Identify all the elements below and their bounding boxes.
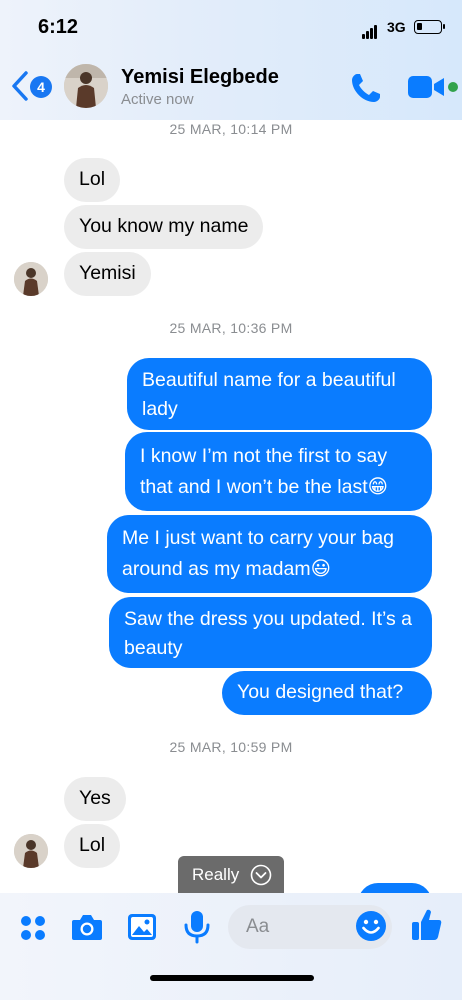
composer-bar	[0, 893, 462, 1000]
incoming-message[interactable]: Yemisi	[64, 252, 151, 296]
incoming-message[interactable]: Lol	[64, 158, 121, 202]
quick-reply-label: Really	[192, 865, 240, 884]
camera-button[interactable]	[70, 911, 104, 948]
image-icon	[128, 914, 156, 940]
online-indicator	[448, 82, 458, 92]
chevron-down-circle-icon	[250, 864, 272, 886]
outgoing-message[interactable]: You designed that?	[222, 671, 432, 715]
signal-icon	[362, 21, 378, 39]
timestamp: 25 MAR, 10:36 PM	[169, 320, 293, 336]
status-time: 6:12	[38, 16, 79, 38]
camera-icon	[72, 915, 102, 940]
like-button[interactable]	[410, 907, 444, 948]
voice-message-button[interactable]	[183, 909, 211, 950]
timestamp: 25 MAR, 10:14 PM	[169, 121, 293, 137]
timestamp: 25 MAR, 10:59 PM	[169, 739, 293, 755]
back-button[interactable]: 4	[10, 66, 58, 106]
incoming-message[interactable]: Yes	[64, 777, 126, 821]
chevron-left-icon	[12, 71, 28, 101]
status-bar: 6:12 3G	[0, 0, 462, 56]
contact-name[interactable]: Yemisi Elegbede	[121, 66, 279, 89]
outgoing-message[interactable]: Saw the dress you updated. It’s a beauty	[109, 597, 432, 668]
smiley-icon	[356, 911, 386, 941]
chat-header: 4 Yemisi Elegbede Active now	[0, 56, 462, 118]
outgoing-message[interactable]: I know I’m not the first to say that and…	[125, 432, 432, 511]
thumbs-up-icon	[412, 909, 442, 940]
contact-status: Active now	[121, 91, 194, 108]
outgoing-message[interactable]: Me I just want to carry your bag around …	[107, 515, 432, 593]
sender-avatar[interactable]	[14, 834, 48, 868]
phone-icon	[352, 74, 380, 102]
network-type: 3G	[387, 19, 406, 35]
home-indicator	[150, 975, 314, 981]
contact-avatar[interactable]	[64, 64, 108, 108]
emoji-button[interactable]	[355, 910, 387, 947]
voice-call-button[interactable]	[348, 70, 384, 106]
microphone-icon	[184, 911, 210, 944]
gallery-button[interactable]	[126, 911, 158, 948]
quick-reply-chip[interactable]: Really	[178, 856, 284, 894]
sender-avatar[interactable]	[14, 262, 48, 296]
four-dots-icon	[21, 916, 45, 940]
incoming-message[interactable]: You know my name	[64, 205, 264, 249]
incoming-message[interactable]: Lol	[64, 824, 121, 868]
battery-icon	[414, 20, 445, 34]
outgoing-message[interactable]: Beautiful name for a beautiful lady	[127, 358, 432, 430]
video-call-button[interactable]	[406, 72, 446, 102]
video-camera-icon	[408, 76, 444, 98]
unread-count-badge: 4	[30, 76, 52, 98]
more-actions-button[interactable]	[18, 913, 48, 948]
